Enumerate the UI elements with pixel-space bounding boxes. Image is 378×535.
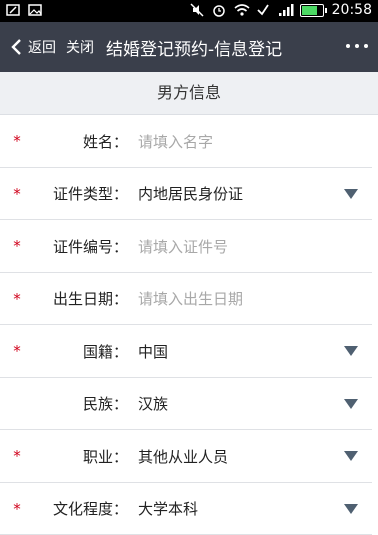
dropdown-arrow-icon[interactable]	[344, 399, 358, 409]
ethnicity-label: 民族：	[28, 393, 128, 414]
id-type-select[interactable]: 内地居民身份证	[128, 183, 344, 204]
required-marker: *	[0, 132, 28, 150]
form: * 姓名： 请填入名字 * 证件类型： 内地居民身份证 * 证件编号： 请填入证…	[0, 115, 378, 535]
image-notification-icon	[28, 3, 42, 17]
occupation-label: 职业：	[28, 446, 128, 467]
required-marker: *	[0, 500, 28, 518]
ethnicity-select[interactable]: 汉族	[128, 393, 344, 414]
ethnicity-field-row[interactable]: 民族： 汉族	[0, 378, 378, 431]
close-button[interactable]: 关闭	[66, 37, 94, 57]
id-type-label: 证件类型：	[28, 183, 128, 204]
chevron-left-icon	[10, 38, 22, 56]
id-number-field-row[interactable]: * 证件编号： 请填入证件号	[0, 220, 378, 273]
name-input[interactable]: 请填入名字	[128, 131, 378, 152]
education-label: 文化程度：	[28, 498, 128, 519]
occupation-select[interactable]: 其他从业人员	[128, 446, 344, 467]
required-marker: *	[0, 237, 28, 255]
page-title: 结婚登记预约-信息登记	[106, 35, 282, 60]
dot-icon	[346, 44, 350, 48]
section-title: 男方信息	[0, 72, 378, 115]
birth-date-label: 出生日期：	[28, 288, 128, 309]
dropdown-arrow-icon[interactable]	[344, 189, 358, 199]
id-type-field-row[interactable]: * 证件类型： 内地居民身份证	[0, 168, 378, 221]
mute-icon	[190, 3, 204, 17]
required-marker: *	[0, 290, 28, 308]
dropdown-arrow-icon[interactable]	[344, 504, 358, 514]
dropdown-arrow-icon[interactable]	[344, 346, 358, 356]
required-marker: *	[0, 185, 28, 203]
battery-icon	[300, 4, 324, 17]
required-marker: *	[0, 342, 28, 360]
name-label: 姓名：	[28, 131, 128, 152]
nationality-select[interactable]: 中国	[128, 341, 344, 362]
dropdown-arrow-icon[interactable]	[344, 451, 358, 461]
check-icon	[256, 3, 270, 17]
nationality-label: 国籍：	[28, 341, 128, 362]
clock: 20:58	[332, 2, 372, 18]
nationality-field-row[interactable]: * 国籍： 中国	[0, 325, 378, 378]
birth-date-field-row[interactable]: * 出生日期： 请填入出生日期	[0, 273, 378, 326]
alarm-icon	[212, 3, 226, 17]
edit-notification-icon	[6, 3, 20, 17]
back-button[interactable]: 返回	[10, 37, 56, 57]
dot-icon	[364, 44, 368, 48]
education-field-row[interactable]: * 文化程度： 大学本科	[0, 483, 378, 535]
occupation-field-row[interactable]: * 职业： 其他从业人员	[0, 430, 378, 483]
status-bar: 20:58	[0, 0, 378, 22]
required-marker: *	[0, 447, 28, 465]
id-number-label: 证件编号：	[28, 236, 128, 257]
wifi-icon	[234, 3, 248, 17]
dot-icon	[355, 44, 359, 48]
name-field-row[interactable]: * 姓名： 请填入名字	[0, 115, 378, 168]
signal-icon	[278, 3, 292, 17]
education-select[interactable]: 大学本科	[128, 498, 344, 519]
more-menu-button[interactable]	[346, 36, 368, 48]
id-number-input[interactable]: 请填入证件号	[128, 236, 378, 257]
back-label: 返回	[28, 37, 56, 57]
navigation-bar: 返回 关闭 结婚登记预约-信息登记	[0, 22, 378, 72]
birth-date-input[interactable]: 请填入出生日期	[128, 288, 378, 309]
